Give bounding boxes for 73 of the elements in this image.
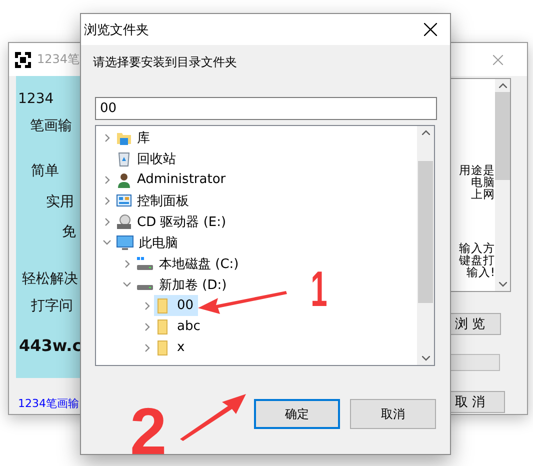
- expand-chevron-icon[interactable]: [104, 218, 110, 226]
- tree-item[interactable]: 回收站: [114, 148, 180, 169]
- handwritten-annotation: 1: [310, 264, 328, 314]
- tree-item[interactable]: 库: [114, 127, 154, 148]
- tree-item-label: abc: [177, 319, 200, 334]
- tree-item-label: 00: [177, 298, 194, 313]
- tree-item[interactable]: 本地磁盘 (C:): [134, 253, 243, 274]
- tree-item[interactable]: 此电脑: [114, 232, 182, 253]
- intro-text: 轻松解决: [22, 270, 78, 288]
- expand-chevron-icon[interactable]: [124, 260, 130, 268]
- monitor-icon: [116, 234, 134, 250]
- tree-item[interactable]: x: [154, 337, 189, 358]
- dialog-title: 浏览文件夹: [84, 22, 149, 38]
- expand-chevron-icon[interactable]: [104, 196, 110, 204]
- control-panel-icon: [116, 192, 132, 208]
- browse-button[interactable]: 浏 览: [448, 313, 501, 335]
- folder-input-field[interactable]: 00: [95, 97, 437, 120]
- scrollbar[interactable]: [495, 79, 510, 291]
- tree-item-label: x: [177, 340, 185, 355]
- expand-chevron-icon[interactable]: [144, 344, 150, 352]
- intro-text: 打字问: [31, 297, 73, 315]
- recycle-bin-icon: [116, 150, 132, 166]
- tree-item-label: CD 驱动器 (E:): [137, 214, 226, 230]
- footer-link[interactable]: 1234笔画输: [18, 396, 79, 411]
- tree-item[interactable]: Administrator: [114, 169, 230, 190]
- annotation-arrow: [180, 394, 246, 441]
- intro-text: 简单: [31, 162, 59, 180]
- tree-item[interactable]: CD 驱动器 (E:): [114, 211, 230, 232]
- close-icon: [424, 23, 436, 36]
- cancel-button[interactable]: 取消: [350, 399, 436, 429]
- intro-text: 1234: [18, 90, 54, 108]
- expand-chevron-icon[interactable]: [104, 176, 110, 184]
- system-drive-icon: [136, 256, 154, 272]
- cd-drive-icon: [116, 214, 132, 230]
- intro-text: 实用: [46, 193, 74, 211]
- tree-item-label: 回收站: [137, 150, 176, 168]
- description-text: 输入!: [466, 268, 495, 277]
- cancel-button[interactable]: 取 消: [448, 391, 505, 413]
- user-icon: [116, 172, 132, 188]
- collapse-chevron-icon[interactable]: [103, 240, 111, 245]
- scroll-up-icon[interactable]: [498, 83, 506, 88]
- description-text: 键盘打: [459, 256, 495, 265]
- scroll-down-icon[interactable]: [422, 356, 430, 361]
- prompt-text: 请选择要安装到目录文件夹: [93, 54, 237, 71]
- handwritten-annotation: 2: [130, 398, 167, 464]
- tree-item[interactable]: 新加卷 (D:): [134, 274, 231, 295]
- tree-item[interactable]: 00: [154, 295, 198, 316]
- expand-chevron-icon[interactable]: [144, 302, 150, 310]
- description-text: 用途是: [459, 166, 495, 175]
- tree-item[interactable]: abc: [154, 316, 204, 337]
- tree-item-label: 此电脑: [139, 234, 178, 252]
- expand-chevron-icon[interactable]: [104, 134, 110, 142]
- tree-item-label: 控制面板: [137, 192, 189, 210]
- intro-text: 笔画输: [30, 117, 72, 135]
- tree-item-label: 库: [137, 130, 150, 146]
- app-logo-icon: [15, 52, 31, 68]
- window-title: 1234笔: [37, 51, 80, 68]
- ok-button[interactable]: 确定: [254, 399, 340, 429]
- collapse-chevron-icon[interactable]: [123, 282, 131, 287]
- tree-item-label: 新加卷 (D:): [159, 276, 227, 294]
- scrollbar[interactable]: [417, 126, 434, 365]
- tree-item-label: 本地磁盘 (C:): [159, 256, 239, 272]
- intro-text: 免: [62, 223, 76, 241]
- description-text: 输入方: [459, 244, 495, 253]
- description-text: 电脑: [471, 178, 495, 187]
- scroll-down-icon[interactable]: [498, 282, 506, 287]
- description-text: 上网: [471, 190, 495, 199]
- drive-icon: [137, 284, 153, 290]
- tree-item[interactable]: 控制面板: [114, 190, 193, 211]
- tree-item-label: Administrator: [137, 172, 226, 187]
- expand-chevron-icon[interactable]: [144, 322, 150, 330]
- close-icon[interactable]: [493, 54, 503, 64]
- scroll-up-icon[interactable]: [422, 130, 430, 135]
